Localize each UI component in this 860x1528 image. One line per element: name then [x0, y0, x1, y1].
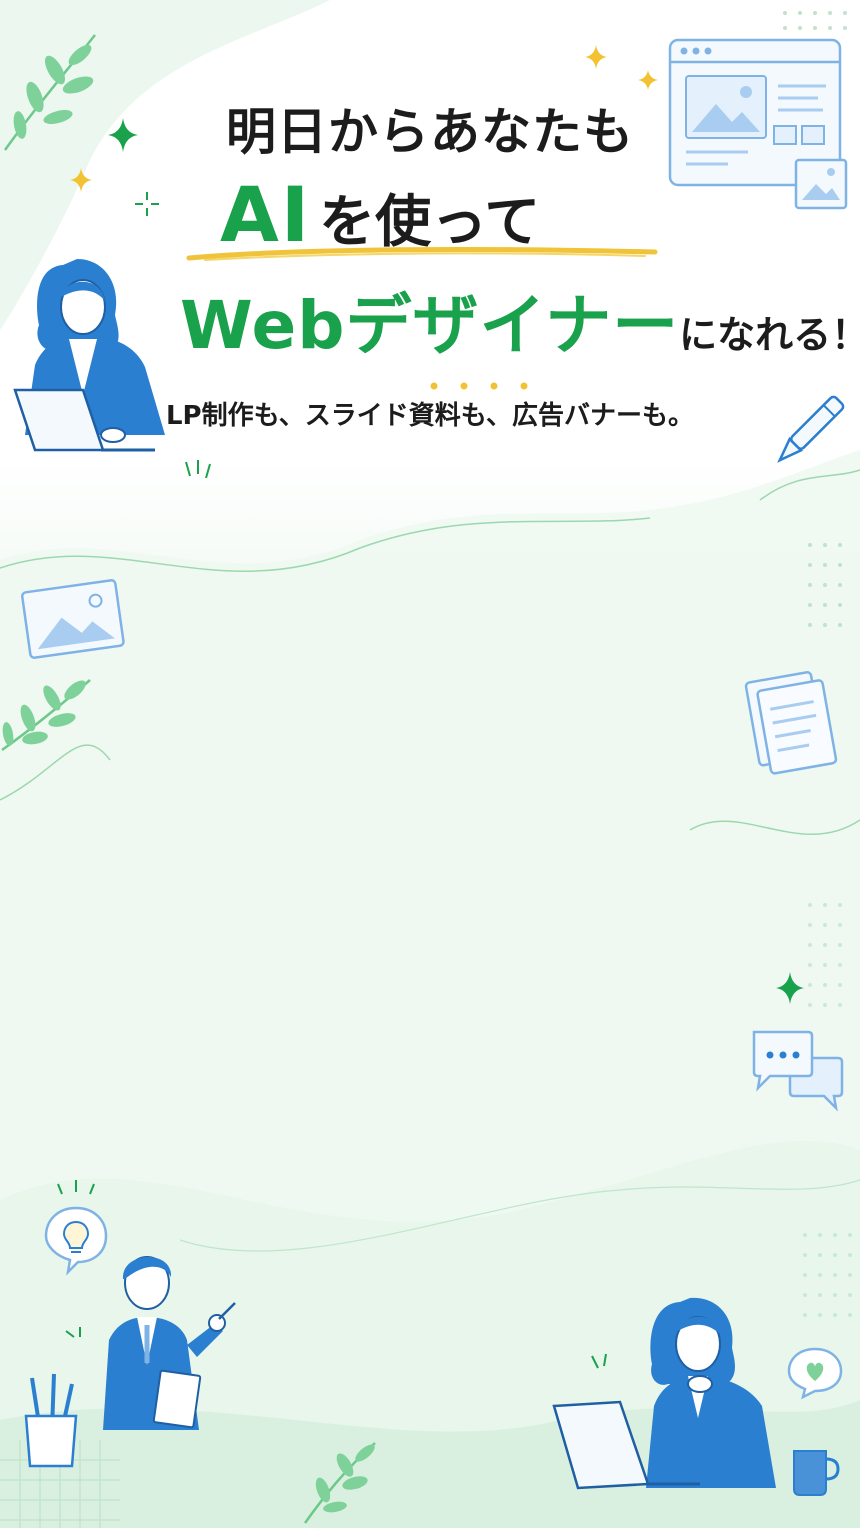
headline-web-designer: Webデザイナー: [180, 287, 680, 364]
man-presenting: [103, 1256, 236, 1430]
headline-ai: AI: [220, 170, 312, 259]
documents-icon: [744, 671, 838, 775]
dot-pattern: [803, 1233, 852, 1317]
leaf-icon: [303, 1442, 376, 1524]
mug-icon: [793, 1450, 840, 1496]
headline-line3: Webデザイナーになれる！: [180, 272, 860, 368]
sparkle-icon: [638, 70, 658, 90]
dot-pattern: [808, 903, 842, 1007]
chat-bubbles-icon: [752, 1030, 844, 1112]
headline-line2-rest: を使って: [319, 190, 541, 255]
sparkle-icon: [585, 45, 607, 69]
accent-marks: [65, 1327, 81, 1338]
headline-line2: AI を使って: [220, 170, 540, 259]
image-icon: [20, 579, 125, 659]
sparkle-icon: [135, 192, 159, 216]
heart-bubble-icon: [787, 1347, 843, 1400]
poster: 明日からあなたも AI を使って Webデザイナーになれる！ LP制作も、スライド…: [0, 0, 860, 1528]
sparkle-icon: [776, 972, 804, 1004]
pencil-cup-icon: [24, 1373, 78, 1468]
subtitle: LP制作も、スライド資料も、広告バナーも。: [165, 401, 695, 431]
accent-marks: [185, 460, 211, 479]
woman-at-laptop: [552, 1297, 776, 1490]
dot-pattern: [808, 543, 842, 627]
leaf-icon: [1, 679, 91, 752]
sparkle-icon: [70, 168, 92, 192]
headline-line1: 明日からあなたも: [226, 103, 634, 161]
headline-line3-rest: になれる！: [679, 313, 860, 357]
emphasis-dots: [430, 382, 528, 390]
